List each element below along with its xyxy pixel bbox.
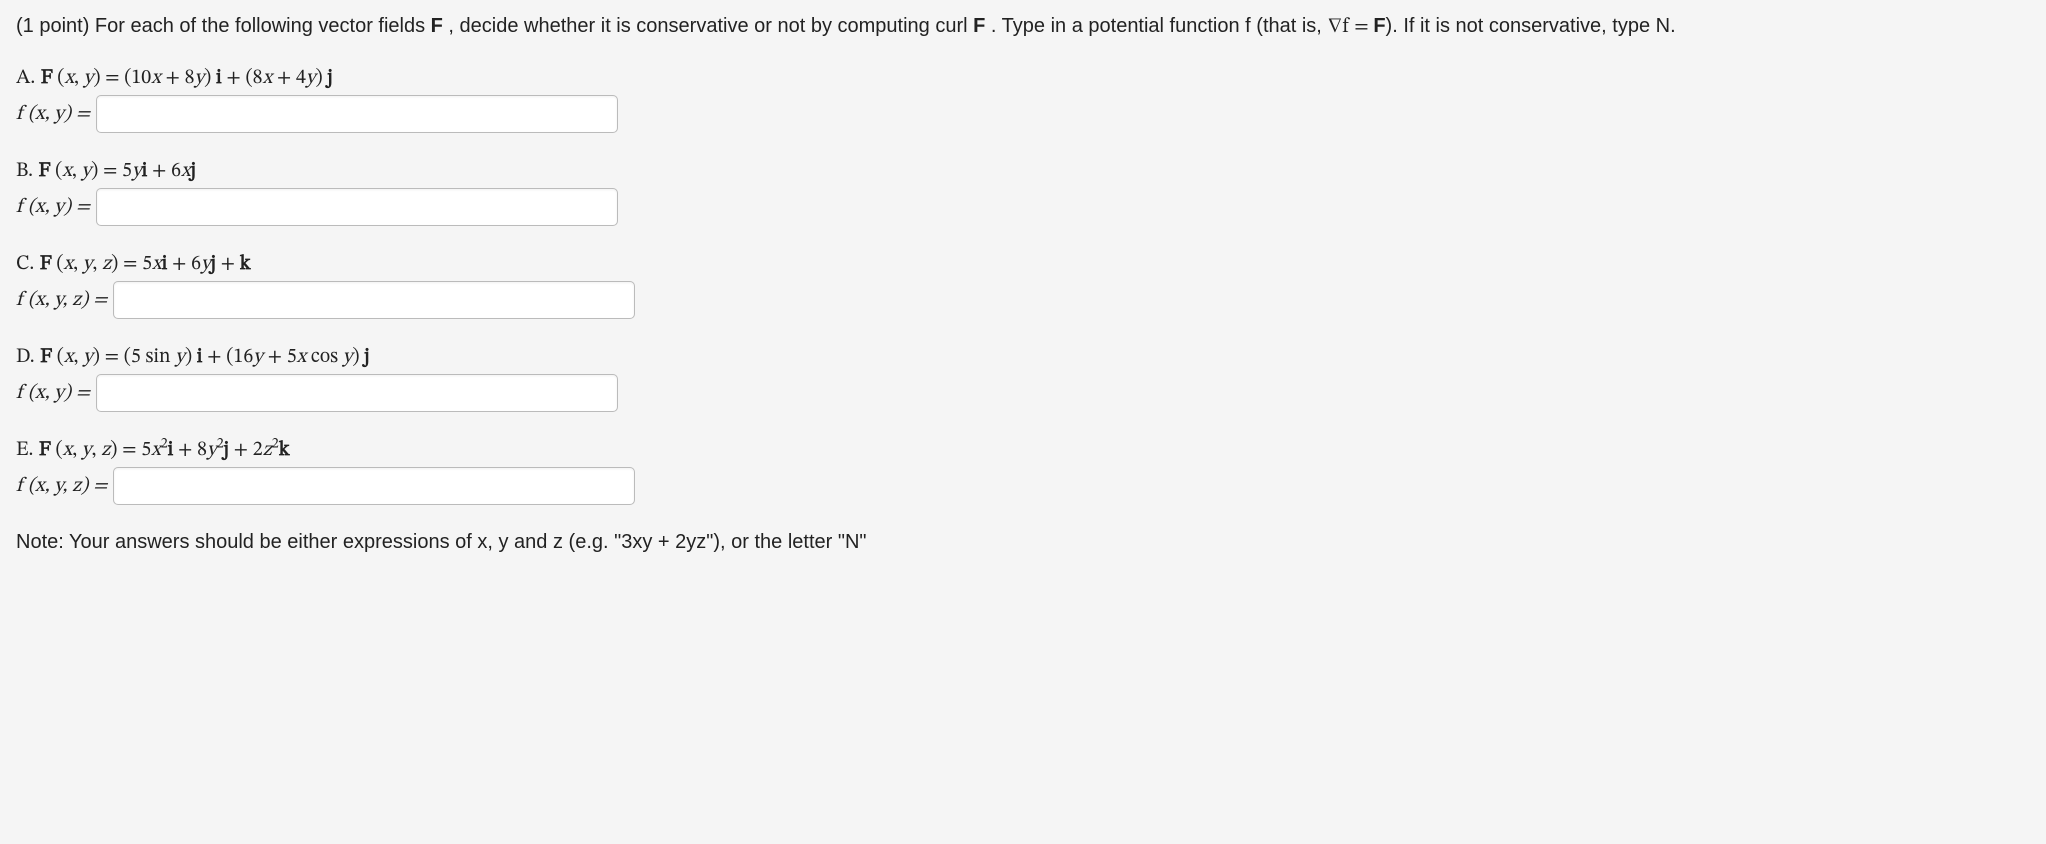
part-D-answer-row: f (x, y) = [16,374,2030,412]
part-D-answer-label: f (x, y) = [16,381,90,406]
part-A-equation-line: A. F (x, y) = (10x + 8y) i + (8x + 4y) j [16,66,2030,91]
intro-F-2: F [973,15,985,37]
part-C-equation: F (x, y, z) = 5xi + 6yj + k [40,254,251,274]
points-label: (1 point) [16,15,89,37]
part-C-answer-input[interactable] [113,281,635,319]
part-A-answer-input[interactable] [96,95,618,133]
part-A-answer-label: f (x, y) = [16,102,90,127]
intro-text-2: , decide whether it is conservative or n… [443,15,973,37]
part-B-answer-input[interactable] [96,188,618,226]
part-E-label: E. [16,440,33,460]
part-B-answer-label: f (x, y) = [16,195,90,220]
part-A: A. F (x, y) = (10x + 8y) i + (8x + 4y) j… [16,66,2030,133]
part-E: E. F (x, y, z) = 5x2i + 8y2j + 2z2k f (x… [16,438,2030,505]
part-D: D. F (x, y) = (5 sin y) i + (16y + 5x co… [16,345,2030,412]
part-B-answer-row: f (x, y) = [16,188,2030,226]
part-A-answer-row: f (x, y) = [16,95,2030,133]
intro-text-3: . Type in a potential function f (that i… [985,15,1327,37]
part-C-equation-line: C. F (x, y, z) = 5xi + 6yj + k [16,252,2030,277]
part-D-equation: F (x, y) = (5 sin y) i + (16y + 5x cos y… [40,347,369,367]
part-B-label: B. [16,161,33,181]
part-E-answer-row: f (x, y, z) = [16,467,2030,505]
part-D-equation-line: D. F (x, y) = (5 sin y) i + (16y + 5x co… [16,345,2030,370]
part-C: C. F (x, y, z) = 5xi + 6yj + k f (x, y, … [16,252,2030,319]
part-B-equation-line: B. F (x, y) = 5yi + 6xj [16,159,2030,184]
part-E-answer-input[interactable] [113,467,635,505]
part-E-equation-line: E. F (x, y, z) = 5x2i + 8y2j + 2z2k [16,438,2030,463]
part-E-equation: F (x, y, z) = 5x2i + 8y2j + 2z2k [39,440,290,460]
intro-gradf: ∇f = [1327,17,1373,37]
intro-text-4: ). If it is not conservative, type N. [1386,15,1676,37]
part-A-equation: F (x, y) = (10x + 8y) i + (8x + 4y) j [41,68,333,88]
part-C-answer-label: f (x, y, z) = [16,288,107,313]
part-B: B. F (x, y) = 5yi + 6xj f (x, y) = [16,159,2030,226]
part-A-label: A. [16,68,35,88]
intro-F-1: F [431,15,443,37]
intro-F-3: F [1373,15,1385,37]
intro-text-1: For each of the following vector fields [89,15,430,37]
note-text: Note: Your answers should be either expr… [16,531,2030,554]
problem-intro: (1 point) For each of the following vect… [16,12,2030,42]
part-B-equation: F (x, y) = 5yi + 6xj [39,161,196,181]
part-E-answer-label: f (x, y, z) = [16,474,107,499]
part-D-label: D. [16,347,35,367]
part-C-answer-row: f (x, y, z) = [16,281,2030,319]
part-D-answer-input[interactable] [96,374,618,412]
part-C-label: C. [16,254,34,274]
